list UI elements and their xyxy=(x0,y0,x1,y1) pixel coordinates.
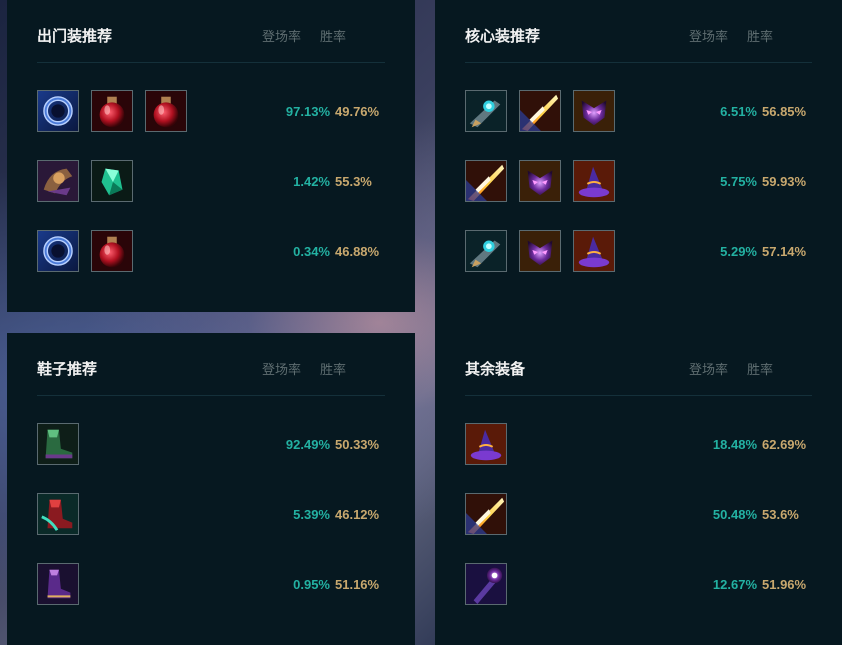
column-header-win: 胜率 xyxy=(320,29,347,44)
ionian-boots-icon[interactable] xyxy=(37,563,79,605)
win-rate: 59.93% xyxy=(762,174,807,189)
win-rate: 51.16% xyxy=(335,577,380,592)
pick-rate: 5.29% xyxy=(720,244,757,259)
column-header-rate: 登场率 xyxy=(689,29,729,44)
purple-mask-icon[interactable] xyxy=(519,160,561,202)
build-row[interactable]: 92.49% 50.33% xyxy=(37,423,385,471)
build-row[interactable]: 5.75% 59.93% xyxy=(465,160,812,208)
pick-rate: 5.39% xyxy=(293,507,330,522)
pick-rate: 92.49% xyxy=(285,437,330,452)
panel-title: 出门装推荐 xyxy=(37,28,113,45)
win-rate: 50.33% xyxy=(335,437,380,452)
wizard-hat-icon[interactable] xyxy=(573,230,615,272)
column-header-rate: 登场率 xyxy=(262,362,302,377)
pick-rate: 12.67% xyxy=(712,577,757,592)
pick-rate: 1.42% xyxy=(293,174,330,189)
purple-mask-icon[interactable] xyxy=(519,230,561,272)
column-header-win: 胜率 xyxy=(320,362,347,377)
green-crystal-icon[interactable] xyxy=(91,160,133,202)
panel-2: 鞋子推荐 登场率 胜率 92.49% 50.33% 5.39% 46.12% 0.95% 51.… xyxy=(7,333,415,645)
build-row[interactable]: 5.29% 57.14% xyxy=(465,230,812,278)
win-rate: 53.6% xyxy=(762,507,799,522)
wizard-hat-icon[interactable] xyxy=(573,160,615,202)
panel-title: 其余装备 xyxy=(465,361,526,378)
sorcerer-shoes-icon[interactable] xyxy=(37,423,79,465)
pick-rate: 6.51% xyxy=(720,104,757,119)
panel-0: 出门装推荐 登场率 胜率 97.13% 49.76% 1.42% 55.3% 0.34% 46.… xyxy=(7,0,415,312)
void-staff-icon[interactable] xyxy=(465,563,507,605)
flame-sword-icon[interactable] xyxy=(465,160,507,202)
panel-header: 核心装推荐 登场率 胜率 xyxy=(465,0,812,63)
column-header-rate: 登场率 xyxy=(262,29,302,44)
build-row[interactable]: 0.34% 46.88% xyxy=(37,230,385,278)
build-row[interactable]: 5.39% 46.12% xyxy=(37,493,385,541)
red-potion-icon[interactable] xyxy=(91,230,133,272)
build-row[interactable]: 18.48% 62.69% xyxy=(465,423,812,471)
panel-header: 出门装推荐 登场率 胜率 xyxy=(37,0,385,63)
spellthief-shoulder-icon[interactable] xyxy=(37,160,79,202)
win-rate: 62.69% xyxy=(762,437,807,452)
win-rate: 49.76% xyxy=(335,104,380,119)
flame-sword-icon[interactable] xyxy=(519,90,561,132)
pick-rate: 50.48% xyxy=(712,507,757,522)
panel-header: 其余装备 登场率 胜率 xyxy=(465,333,812,396)
column-header-rate: 登场率 xyxy=(689,362,729,377)
purple-mask-icon[interactable] xyxy=(573,90,615,132)
win-rate: 51.96% xyxy=(762,577,807,592)
win-rate: 55.3% xyxy=(335,174,372,189)
flame-sword-icon[interactable] xyxy=(465,493,507,535)
build-row[interactable]: 0.95% 51.16% xyxy=(37,563,385,611)
column-header-win: 胜率 xyxy=(747,29,774,44)
win-rate: 46.12% xyxy=(335,507,380,522)
win-rate: 57.14% xyxy=(762,244,807,259)
build-row[interactable]: 97.13% 49.76% xyxy=(37,90,385,138)
column-header-win: 胜率 xyxy=(747,362,774,377)
mercury-treads-icon[interactable] xyxy=(37,493,79,535)
panel-1: 核心装推荐 登场率 胜率 6.51% 56.85% 5.75% 59.93% 5.29% 57.… xyxy=(435,0,842,333)
panel-title: 鞋子推荐 xyxy=(37,361,98,378)
pick-rate: 97.13% xyxy=(285,104,330,119)
pick-rate: 0.95% xyxy=(293,577,330,592)
panel-title: 核心装推荐 xyxy=(465,28,541,45)
panel-3: 其余装备 登场率 胜率 18.48% 62.69% 50.48% 53.6% 12.67% 51… xyxy=(435,333,842,645)
pick-rate: 5.75% xyxy=(720,174,757,189)
dark-seal-ring-icon[interactable] xyxy=(37,230,79,272)
pick-rate: 0.34% xyxy=(293,244,330,259)
panel-header: 鞋子推荐 登场率 胜率 xyxy=(37,333,385,396)
build-row[interactable]: 50.48% 53.6% xyxy=(465,493,812,541)
hextech-gunblade-icon[interactable] xyxy=(465,90,507,132)
hextech-gunblade-icon[interactable] xyxy=(465,230,507,272)
build-row[interactable]: 12.67% 51.96% xyxy=(465,563,812,611)
build-row[interactable]: 6.51% 56.85% xyxy=(465,90,812,138)
win-rate: 46.88% xyxy=(335,244,380,259)
red-potion-icon[interactable] xyxy=(145,90,187,132)
pick-rate: 18.48% xyxy=(712,437,757,452)
red-potion-icon[interactable] xyxy=(91,90,133,132)
build-row[interactable]: 1.42% 55.3% xyxy=(37,160,385,208)
dark-seal-ring-icon[interactable] xyxy=(37,90,79,132)
win-rate: 56.85% xyxy=(762,104,807,119)
wizard-hat-icon[interactable] xyxy=(465,423,507,465)
